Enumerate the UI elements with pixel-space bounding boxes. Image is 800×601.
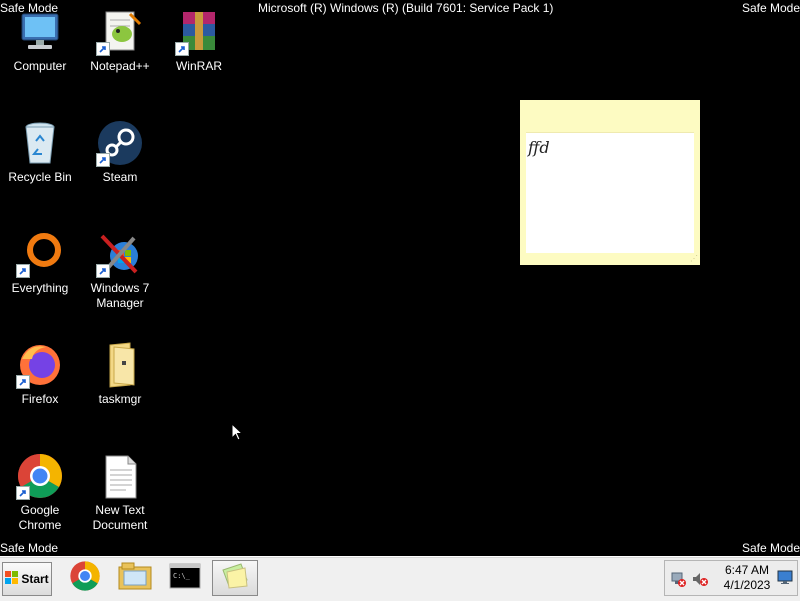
everything-icon <box>16 230 64 278</box>
windows7-manager-icon <box>96 230 144 278</box>
start-label: Start <box>21 572 49 586</box>
start-button[interactable]: Start <box>2 562 52 596</box>
desktop-icon-recycle-bin[interactable]: Recycle Bin <box>1 119 79 185</box>
taskbar-sticky-notes-button[interactable] <box>212 560 258 596</box>
desktop-icon-label: Computer <box>13 59 67 73</box>
windows-build-text: Microsoft (R) Windows (R) (Build 7601: S… <box>258 1 554 15</box>
recycle-bin-icon <box>16 119 64 167</box>
sticky-note[interactable]: ffd ⋰ <box>520 100 700 265</box>
volume-muted-icon[interactable] <box>692 571 708 592</box>
system-tray: 6:47 AM 4/1/2023 <box>664 560 798 596</box>
desktop-icon-label: Steam <box>102 170 138 184</box>
computer-icon <box>16 8 64 56</box>
desktop-icon-label: Everything <box>11 281 69 295</box>
resize-grip-icon[interactable]: ⋰ <box>690 254 698 263</box>
steam-icon <box>96 119 144 167</box>
desktop-icon-label: taskmgr <box>98 392 142 406</box>
shortcut-arrow-icon <box>16 264 30 278</box>
desktop-icon-label: Firefox <box>21 392 59 406</box>
desktop-icon-label: Recycle Bin <box>8 170 72 184</box>
taskbar-cmd-button[interactable]: C:\_ <box>164 560 206 596</box>
sticky-note-text[interactable]: ffd <box>526 132 694 253</box>
chrome-icon <box>16 452 64 500</box>
svg-text:C:\_: C:\_ <box>173 572 191 580</box>
clock[interactable]: 6:47 AM 4/1/2023 <box>719 563 775 593</box>
desktop-icon-winrar[interactable]: WinRAR <box>160 8 238 74</box>
shortcut-arrow-icon <box>96 42 110 56</box>
desktop-icon-google-chrome[interactable]: Google Chrome <box>1 452 79 533</box>
desktop-icon-label: Windows 7 Manager <box>90 281 150 310</box>
clock-time: 6:47 AM <box>724 563 770 577</box>
windows-logo-icon <box>5 570 19 588</box>
desktop-icon-notepadpp[interactable]: Notepad++ <box>81 8 159 74</box>
shortcut-arrow-icon <box>16 486 30 500</box>
desktop-icon-label: New Text Document <box>92 503 148 532</box>
shortcut-arrow-icon <box>175 42 189 56</box>
winrar-icon <box>175 8 223 56</box>
desktop-icon-label: Google Chrome <box>18 503 62 532</box>
show-desktop-icon[interactable] <box>777 569 793 590</box>
clock-date: 4/1/2023 <box>723 578 771 592</box>
folder-icon <box>96 341 144 389</box>
desktop-icon-new-text-document[interactable]: New Text Document <box>81 452 159 533</box>
safe-mode-label-bottom-left: Safe Mode <box>0 541 59 555</box>
network-error-icon[interactable] <box>670 571 686 592</box>
sticky-note-header[interactable] <box>520 100 700 132</box>
desktop-icon-steam[interactable]: Steam <box>81 119 159 185</box>
desktop-icon-label: WinRAR <box>175 59 222 73</box>
notepadpp-icon <box>96 8 144 56</box>
chrome-icon <box>69 560 101 597</box>
explorer-icon <box>118 561 152 596</box>
mouse-cursor-icon <box>231 422 244 447</box>
desktop-icon-taskmgr[interactable]: taskmgr <box>81 341 159 407</box>
desktop-icon-label: Notepad++ <box>90 59 150 73</box>
cmd-icon: C:\_ <box>169 563 201 594</box>
shortcut-arrow-icon <box>96 153 110 167</box>
safe-mode-label-top-right: Safe Mode <box>741 1 800 15</box>
text-document-icon <box>96 452 144 500</box>
shortcut-arrow-icon <box>96 264 110 278</box>
safe-mode-label-bottom-right: Safe Mode <box>741 541 800 555</box>
taskbar: Start C:\_ 6:47 AM 4/1/2023 <box>0 556 800 601</box>
desktop-icon-everything[interactable]: Everything <box>1 230 79 296</box>
taskbar-chrome-button[interactable] <box>64 560 106 596</box>
sticky-notes-icon <box>219 562 251 595</box>
taskbar-explorer-button[interactable] <box>114 560 156 596</box>
desktop-icon-windows7-manager[interactable]: Windows 7 Manager <box>81 230 159 311</box>
firefox-icon <box>16 341 64 389</box>
desktop-icon-computer[interactable]: Computer <box>1 8 79 74</box>
shortcut-arrow-icon <box>16 375 30 389</box>
desktop-icon-firefox[interactable]: Firefox <box>1 341 79 407</box>
